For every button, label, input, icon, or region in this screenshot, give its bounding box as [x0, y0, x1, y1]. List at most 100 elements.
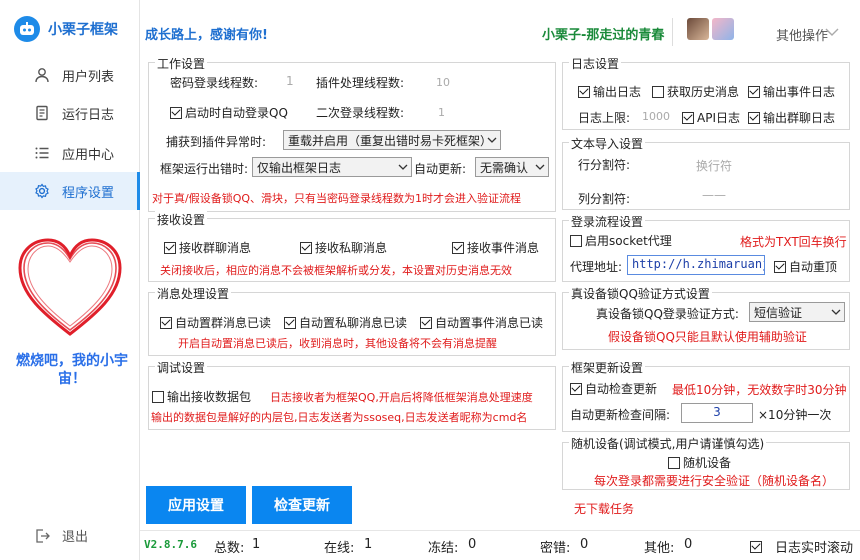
other-actions-menu[interactable]: 其他操作 [776, 25, 828, 44]
sidebar-item-run-log[interactable]: 运行日志 [0, 94, 140, 132]
checkbox-label: 随机设备 [683, 456, 732, 470]
checkbox-box[interactable] [570, 382, 582, 395]
checkbox-box[interactable] [774, 260, 786, 273]
read-event-checkbox[interactable]: 自动置事件消息已读 [420, 314, 543, 331]
device-lock-method-select[interactable]: 短信验证 [749, 302, 845, 322]
proxy-address-input[interactable]: http://h.zhimaruanjian.com [627, 255, 765, 275]
receive-private-checkbox[interactable]: 接收私聊消息 [300, 239, 387, 256]
checkbox-box[interactable] [748, 85, 760, 98]
checkbox-box[interactable] [164, 241, 176, 254]
sidebar-item-user-list[interactable]: 用户列表 [0, 56, 140, 94]
document-icon [36, 105, 48, 121]
group-title: 登录流程设置 [569, 213, 646, 230]
read-private-checkbox[interactable]: 自动置私聊消息已读 [284, 314, 407, 331]
other-count: 0 [684, 537, 693, 552]
other-label: 其他: [644, 541, 675, 556]
error-label: 框架运行出错时: [160, 162, 249, 176]
chevron-down-icon [831, 309, 841, 315]
checkbox-label: 接收事件消息 [467, 241, 540, 255]
checkbox-box[interactable] [300, 241, 312, 254]
slogan-text: 燃烧吧，我的小宇宙！ [16, 353, 128, 387]
group-log-checkbox[interactable]: 输出群聊日志 [748, 109, 835, 126]
sidebar-item-program-settings[interactable]: 程序设置 [0, 172, 140, 210]
pwd-threads-label: 密码登录线程数: [170, 76, 259, 90]
checkbox-box[interactable] [750, 540, 762, 553]
error-select[interactable]: 仅输出框架日志 [252, 157, 412, 177]
logout-button[interactable]: 退出 [34, 526, 88, 545]
exception-select[interactable]: 重载并启用（重复出错时易卡死框架） [283, 130, 501, 150]
update-interval-input[interactable]: 3 [681, 403, 753, 423]
header-username: 小栗子-那走过的青春 [542, 28, 665, 43]
group-title: 框架更新设置 [569, 359, 646, 376]
api-log-checkbox[interactable]: API日志 [682, 109, 740, 126]
select-value: 无需确认 [480, 161, 529, 175]
pwd-threads-input[interactable]: 1 [286, 74, 294, 88]
col-separator-input[interactable]: —— [702, 188, 726, 202]
checkbox-label: 输出日志 [593, 85, 642, 99]
autoupdate-select[interactable]: 无需确认 [475, 157, 549, 177]
checkbox-box[interactable] [570, 234, 582, 247]
checkbox-box[interactable] [152, 390, 164, 403]
header-divider [672, 18, 673, 46]
group-title: 日志设置 [569, 55, 622, 72]
receive-event-checkbox[interactable]: 接收事件消息 [452, 239, 539, 256]
checkbox-label: 输出群聊日志 [763, 111, 836, 125]
sidebar-item-label: 用户列表 [62, 69, 115, 85]
socket-proxy-checkbox[interactable]: 启用socket代理 [570, 232, 672, 249]
sidebar-item-app-center[interactable]: 应用中心 [0, 134, 140, 172]
checkbox-box[interactable] [578, 85, 590, 98]
checkbox-label: 输出事件日志 [763, 85, 836, 99]
checkbox-label: 获取历史消息 [667, 85, 740, 99]
update-interval-label: 自动更新检查间隔: [570, 408, 671, 422]
auto-retry-checkbox[interactable]: 自动重顶 [774, 258, 837, 275]
checkbox-box[interactable] [452, 241, 464, 254]
download-status: 无下载任务 [574, 502, 635, 516]
sidebar-item-label: 程序设置 [62, 185, 115, 201]
history-checkbox[interactable]: 获取历史消息 [652, 83, 739, 100]
receive-note: 关闭接收后，相应的消息不会被框架解析或分发，本设置对历史消息无效 [160, 264, 512, 277]
avatar[interactable] [687, 18, 709, 40]
receive-group-checkbox[interactable]: 接收群聊消息 [164, 239, 251, 256]
apply-settings-button[interactable]: 应用设置 [146, 486, 246, 524]
row-separator-input[interactable]: 换行符 [696, 157, 732, 174]
group-title: 文本导入设置 [569, 135, 646, 152]
sidebar-item-label: 应用中心 [62, 147, 115, 163]
realtime-log-checkbox[interactable]: 日志实时滚动 [750, 537, 853, 556]
select-value: 短信验证 [754, 306, 803, 320]
second-threads-label: 二次登录线程数: [316, 106, 405, 120]
avatar-secondary[interactable] [712, 18, 734, 40]
output-packets-checkbox[interactable]: 输出接收数据包 [152, 388, 251, 405]
checkbox-box[interactable] [284, 316, 296, 329]
chevron-down-icon [487, 137, 497, 143]
checkbox-box[interactable] [668, 456, 680, 469]
row-separator-label: 行分割符: [578, 158, 631, 172]
output-log-checkbox[interactable]: 输出日志 [578, 83, 641, 100]
checkbox-label: 自动重顶 [789, 260, 838, 274]
version-label: V2.8.7.6 [144, 538, 197, 551]
checkbox-box[interactable] [160, 316, 172, 329]
work-note: 对于真/假设备锁QQ、滑块，只有当密码登录线程数为1时才会进入验证流程 [152, 192, 522, 205]
checkbox-box[interactable] [170, 106, 182, 119]
plugin-threads-input[interactable]: 10 [436, 76, 450, 89]
auto-check-update-checkbox[interactable]: 自动检查更新 [570, 380, 657, 397]
heart-icon [14, 232, 126, 342]
read-group-checkbox[interactable]: 自动置群消息已读 [160, 314, 271, 331]
event-log-checkbox[interactable]: 输出事件日志 [748, 83, 835, 100]
check-update-button[interactable]: 检查更新 [252, 486, 352, 524]
checkbox-box[interactable] [652, 85, 664, 98]
checkbox-box[interactable] [682, 111, 694, 124]
frozen-label: 冻结: [428, 541, 459, 556]
online-label: 在线: [324, 541, 355, 556]
second-threads-input[interactable]: 1 [438, 106, 445, 119]
online-count: 1 [364, 537, 373, 552]
device-lock-method-label: 真设备锁QQ登录验证方式: [596, 307, 739, 321]
log-limit-input[interactable]: 1000 [642, 110, 670, 123]
checkbox-box[interactable] [420, 316, 432, 329]
random-device-checkbox[interactable]: 随机设备 [668, 454, 731, 471]
checkbox-label: API日志 [697, 111, 740, 125]
autologin-checkbox[interactable]: 启动时自动登录QQ [170, 104, 288, 121]
proxy-address-label: 代理地址: [570, 260, 623, 274]
checkbox-box[interactable] [748, 111, 760, 124]
group-title: 消息处理设置 [155, 285, 232, 302]
chevron-down-icon[interactable] [824, 24, 840, 40]
